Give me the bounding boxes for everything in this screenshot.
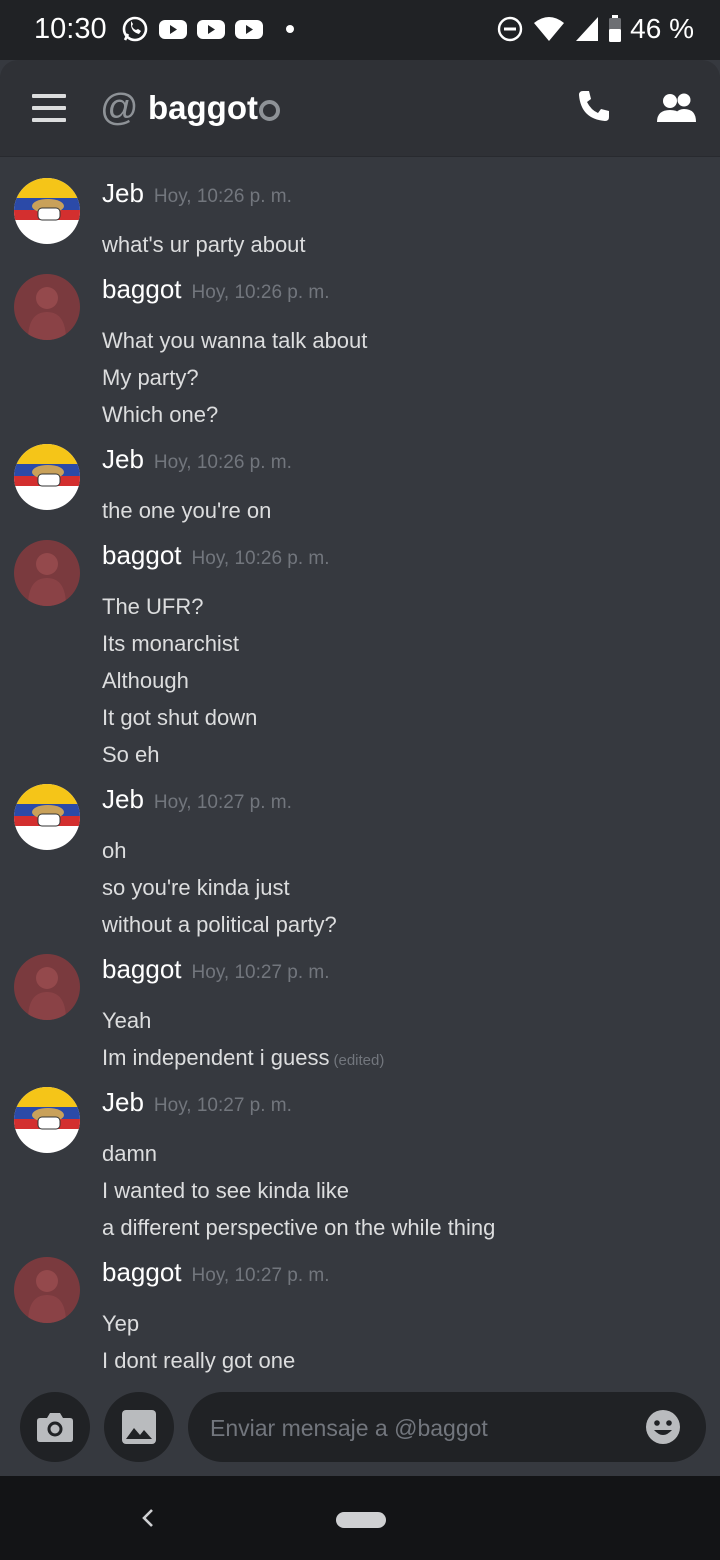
channel-header: @ baggot bbox=[0, 60, 720, 156]
message-text: what's ur party about bbox=[102, 232, 306, 257]
message-text: Yep bbox=[102, 1311, 140, 1336]
hamburger-menu-button[interactable] bbox=[32, 94, 66, 122]
timestamp: Hoy, 10:26 p. m. bbox=[191, 548, 330, 569]
back-icon[interactable] bbox=[138, 1504, 158, 1532]
message-text: What you wanna talk about bbox=[102, 328, 368, 353]
flag-avatar-icon bbox=[14, 784, 80, 850]
message-text: so you're kinda just bbox=[102, 875, 290, 900]
portrait-avatar-icon bbox=[14, 274, 80, 340]
home-button[interactable] bbox=[336, 1512, 386, 1528]
message-text: My party? bbox=[102, 365, 199, 390]
youtube-icon bbox=[159, 20, 187, 39]
message-text: a different perspective on the while thi… bbox=[102, 1215, 496, 1240]
notification-icons bbox=[120, 14, 294, 44]
youtube-icon bbox=[197, 20, 225, 39]
message-text: It got shut down bbox=[102, 705, 258, 730]
message-header: baggot Hoy, 10:26 p. m. bbox=[102, 540, 330, 571]
message-header: baggot Hoy, 10:27 p. m. bbox=[102, 954, 330, 985]
avatar-baggot[interactable] bbox=[14, 274, 80, 340]
avatar-baggot[interactable] bbox=[14, 540, 80, 606]
avatar-baggot[interactable] bbox=[14, 954, 80, 1020]
author-name[interactable]: Jeb bbox=[102, 178, 144, 208]
members-icon[interactable] bbox=[656, 92, 698, 122]
whatsapp-icon bbox=[122, 16, 148, 42]
flag-avatar-icon bbox=[14, 178, 80, 244]
camera-button[interactable] bbox=[20, 1392, 90, 1462]
battery-percentage: 46 % bbox=[630, 13, 694, 44]
gallery-icon bbox=[122, 1410, 156, 1444]
message-text: Which one? bbox=[102, 402, 219, 427]
call-icon[interactable] bbox=[576, 88, 612, 124]
avatar-jeb[interactable] bbox=[14, 1087, 80, 1153]
edited-label: (edited) bbox=[333, 1052, 385, 1069]
timestamp: Hoy, 10:27 p. m. bbox=[153, 792, 292, 813]
message-text: Yeah bbox=[102, 1008, 152, 1033]
message-header: Jeb Hoy, 10:26 p. m. bbox=[102, 178, 292, 209]
author-name[interactable]: baggot bbox=[102, 274, 182, 304]
message-text: oh bbox=[102, 838, 127, 863]
portrait-avatar-icon bbox=[14, 1257, 80, 1323]
status-bar: 10:30 46 % bbox=[0, 0, 720, 60]
avatar-jeb[interactable] bbox=[14, 178, 80, 244]
emoji-icon[interactable] bbox=[644, 1408, 682, 1446]
author-name[interactable]: Jeb bbox=[102, 784, 144, 814]
message-text-line: Im independent i guess (edited) bbox=[102, 1045, 384, 1071]
camera-icon bbox=[37, 1413, 73, 1442]
author-name[interactable]: Jeb bbox=[102, 1087, 144, 1117]
message-text: Its monarchist bbox=[102, 631, 239, 656]
do-not-disturb-icon bbox=[497, 16, 523, 42]
timestamp: Hoy, 10:27 p. m. bbox=[191, 1265, 330, 1286]
menu-bar bbox=[32, 118, 66, 122]
message-header: baggot Hoy, 10:26 p. m. bbox=[102, 274, 330, 305]
timestamp: Hoy, 10:26 p. m. bbox=[153, 186, 292, 207]
avatar-jeb[interactable] bbox=[14, 784, 80, 850]
message-text: I wanted to see kinda like bbox=[102, 1178, 350, 1203]
message-header: Jeb Hoy, 10:27 p. m. bbox=[102, 784, 292, 815]
menu-bar bbox=[32, 94, 66, 98]
timestamp: Hoy, 10:26 p. m. bbox=[191, 282, 330, 303]
author-name[interactable]: baggot bbox=[102, 1257, 182, 1287]
author-name[interactable]: Jeb bbox=[102, 444, 144, 474]
system-navigation-bar bbox=[0, 1476, 720, 1560]
timestamp: Hoy, 10:27 p. m. bbox=[153, 1095, 292, 1116]
more-notifications-dot bbox=[286, 25, 294, 33]
system-icons: 46 % bbox=[496, 13, 694, 45]
message-text: without a political party? bbox=[102, 912, 337, 937]
message-input[interactable] bbox=[208, 1412, 632, 1444]
portrait-avatar-icon bbox=[14, 540, 80, 606]
offline-status-icon bbox=[259, 100, 280, 121]
youtube-icon bbox=[235, 20, 263, 39]
portrait-avatar-icon bbox=[14, 954, 80, 1020]
avatar-baggot[interactable] bbox=[14, 1257, 80, 1323]
message-header: baggot Hoy, 10:27 p. m. bbox=[102, 1257, 330, 1288]
author-name[interactable]: baggot bbox=[102, 954, 182, 984]
message-text: I dont really got one bbox=[102, 1348, 296, 1373]
wifi-icon bbox=[534, 17, 565, 41]
message-header: Jeb Hoy, 10:26 p. m. bbox=[102, 444, 292, 475]
message-composer bbox=[0, 1384, 720, 1476]
dm-title[interactable]: baggot bbox=[148, 88, 258, 128]
avatar-jeb[interactable] bbox=[14, 444, 80, 510]
battery-icon bbox=[609, 15, 622, 42]
gallery-button[interactable] bbox=[104, 1392, 174, 1462]
flag-avatar-icon bbox=[14, 444, 80, 510]
message-text: Im independent i guess bbox=[102, 1045, 330, 1070]
timestamp: Hoy, 10:27 p. m. bbox=[191, 962, 330, 983]
author-name[interactable]: baggot bbox=[102, 540, 182, 570]
timestamp: Hoy, 10:26 p. m. bbox=[153, 452, 292, 473]
flag-avatar-icon bbox=[14, 1087, 80, 1153]
status-time: 10:30 bbox=[34, 13, 107, 45]
message-text: Although bbox=[102, 668, 189, 693]
message-text: damn bbox=[102, 1141, 158, 1166]
message-input-container[interactable] bbox=[188, 1392, 706, 1462]
message-text: So eh bbox=[102, 742, 160, 767]
menu-bar bbox=[32, 106, 66, 110]
message-text: the one you're on bbox=[102, 498, 272, 523]
message-text: The UFR? bbox=[102, 594, 204, 619]
message-header: Jeb Hoy, 10:27 p. m. bbox=[102, 1087, 292, 1118]
at-icon: @ bbox=[100, 87, 139, 129]
signal-icon bbox=[576, 17, 599, 41]
